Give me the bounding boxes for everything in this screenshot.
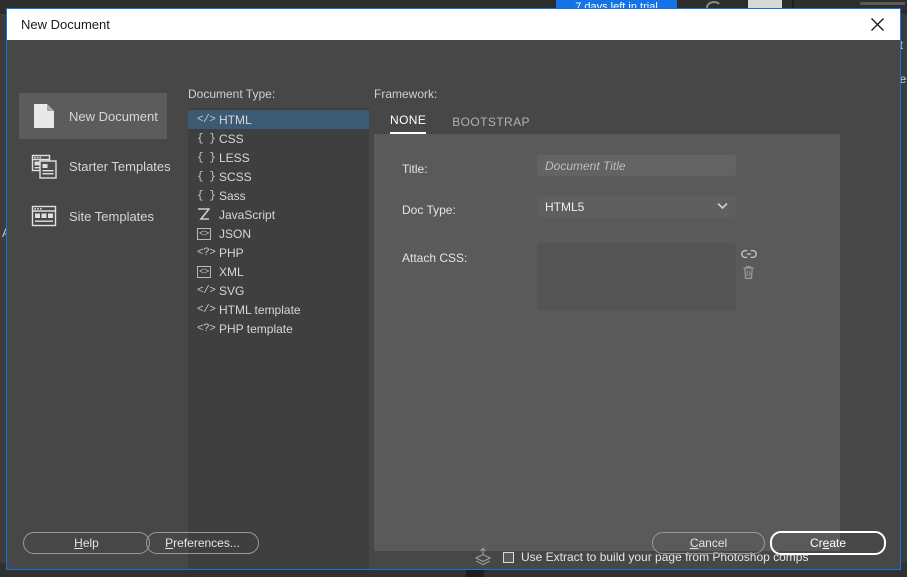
- help-button-post: elp: [82, 536, 99, 550]
- preferences-button[interactable]: Preferences...: [146, 532, 259, 554]
- toolbar-right-strip: [860, 2, 905, 5]
- doctype-item-html[interactable]: </> HTML: [188, 110, 369, 129]
- preferences-button-post: references...: [173, 536, 240, 550]
- preferences-button-mnemonic: P: [165, 536, 174, 550]
- doctype-item-label: SVG: [219, 283, 245, 298]
- document-type-list[interactable]: </> HTML { } CSS { } LESS { } SCSS { } S…: [188, 108, 369, 569]
- doctype-item-javascript[interactable]: JavaScript: [188, 205, 369, 224]
- brace-icon: { }: [197, 132, 216, 145]
- doctype-item-less[interactable]: { } LESS: [188, 148, 369, 167]
- code-angle-icon: </>: [197, 284, 216, 297]
- code-question-icon: <?>: [197, 246, 216, 259]
- doctype-item-html-template[interactable]: </> HTML template: [188, 300, 369, 319]
- doc-type-label: Doc Type:: [402, 203, 456, 217]
- dialog-footer: Help Preferences... Cancel Cr e ate: [7, 517, 900, 569]
- starter-templates-icon: [31, 153, 57, 179]
- help-button[interactable]: Help: [23, 532, 150, 554]
- create-button-pre: Cr: [809, 536, 823, 550]
- doctype-item-sass[interactable]: { } Sass: [188, 186, 369, 205]
- doctype-item-label: HTML: [219, 112, 252, 127]
- tab-none[interactable]: NONE: [390, 113, 427, 134]
- cancel-button-post: ancel: [698, 536, 728, 550]
- sidebar-item-new-document[interactable]: New Document: [19, 93, 167, 139]
- site-templates-icon: [31, 203, 57, 229]
- dialog-titlebar: New Document: [7, 9, 900, 40]
- tab-bootstrap[interactable]: BOOTSTRAP: [452, 115, 530, 134]
- doc-type-select-value: HTML5: [545, 199, 585, 214]
- doctype-item-php-template[interactable]: <?> PHP template: [188, 319, 369, 338]
- doctype-item-label: PHP template: [219, 321, 293, 336]
- new-document-icon: [31, 103, 57, 129]
- framework-label: Framework:: [374, 87, 438, 101]
- doc-type-select[interactable]: HTML5: [537, 196, 736, 217]
- attach-css-list[interactable]: [537, 243, 736, 310]
- boxed-code-icon: <>: [197, 265, 217, 278]
- code-angle-icon: </>: [197, 303, 216, 316]
- sidebar-item-site-templates[interactable]: Site Templates: [19, 193, 167, 239]
- doctype-item-label: JSON: [219, 226, 252, 241]
- doctype-item-label: CSS: [219, 131, 244, 146]
- document-type-label: Document Type:: [188, 87, 276, 101]
- brace-icon: { }: [197, 151, 216, 164]
- boxed-code-icon: <>: [197, 227, 217, 240]
- help-button-mnemonic: H: [74, 536, 83, 550]
- title-input[interactable]: [537, 155, 736, 176]
- create-button-post: ate: [829, 536, 847, 550]
- code-angle-icon: </>: [197, 113, 216, 126]
- code-question-icon: <?>: [197, 322, 216, 335]
- create-button-mnemonic: e: [822, 536, 830, 550]
- close-icon[interactable]: [854, 9, 900, 40]
- framework-section: Framework: NONE BOOTSTRAP Title: Doc Typ…: [374, 87, 840, 566]
- sidebar-item-label: Site Templates: [69, 208, 155, 224]
- doctype-item-css[interactable]: { } CSS: [188, 129, 369, 148]
- doctype-item-label: LESS: [219, 150, 250, 165]
- doctype-item-label: XML: [219, 264, 244, 279]
- doctype-item-label: PHP: [219, 245, 244, 260]
- doctype-item-php[interactable]: <?> PHP: [188, 243, 369, 262]
- doctype-item-label: HTML template: [219, 302, 301, 317]
- javascript-icon: [197, 208, 217, 221]
- new-document-dialog: New Document New Document Starter Templa…: [6, 8, 901, 570]
- document-type-section: Document Type: </> HTML { } CSS { } LESS…: [188, 87, 369, 569]
- sidebar-item-label: Starter Templates: [69, 158, 171, 174]
- attach-css-label: Attach CSS:: [402, 251, 468, 265]
- doctype-item-svg[interactable]: </> SVG: [188, 281, 369, 300]
- cancel-button-mnemonic: C: [689, 536, 699, 550]
- brace-icon: { }: [197, 189, 216, 202]
- link-icon[interactable]: [741, 247, 757, 263]
- sidebar-item-label: New Document: [69, 108, 158, 124]
- framework-tabs: NONE BOOTSTRAP: [374, 108, 840, 134]
- doctype-item-xml[interactable]: <> XML: [188, 262, 369, 281]
- brace-icon: { }: [197, 170, 216, 183]
- doctype-item-label: Sass: [219, 188, 246, 203]
- doctype-item-label: JavaScript: [219, 207, 276, 222]
- doctype-item-scss[interactable]: { } SCSS: [188, 167, 369, 186]
- dialog-title: New Document: [21, 17, 110, 32]
- doctype-item-label: SCSS: [219, 169, 252, 184]
- create-button[interactable]: Cr e ate: [770, 531, 886, 555]
- chevron-down-icon: [717, 201, 728, 213]
- boxed-code-glyph: <>: [197, 265, 211, 278]
- sidebar-item-starter-templates[interactable]: Starter Templates: [19, 143, 171, 189]
- trash-icon[interactable]: [742, 265, 756, 281]
- doctype-item-json[interactable]: <> JSON: [188, 224, 369, 243]
- title-label: Title:: [402, 162, 428, 176]
- boxed-code-glyph: <>: [197, 227, 211, 240]
- framework-panel: Title: Doc Type: HTML5 Attach CSS:: [374, 134, 840, 566]
- cancel-button[interactable]: Cancel: [652, 532, 765, 554]
- category-rail: New Document Starter Templates Site Temp…: [19, 93, 171, 243]
- dialog-body: New Document Starter Templates Site Temp…: [7, 40, 900, 569]
